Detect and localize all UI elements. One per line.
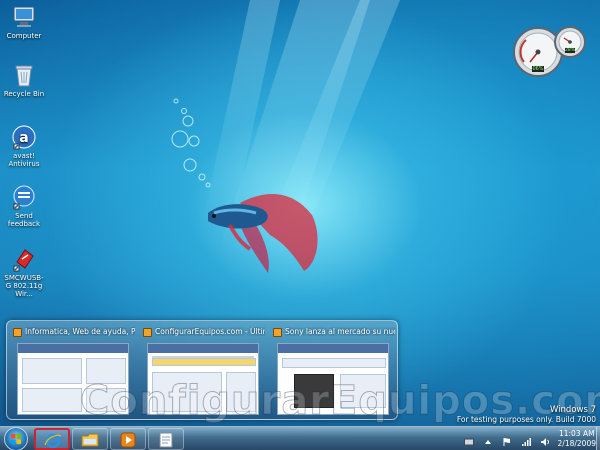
desktop-icon-computer[interactable]: Computer bbox=[2, 4, 46, 40]
thumbnail-title: Informatica, Web de ayuda, Pro... bbox=[25, 327, 135, 336]
start-button[interactable] bbox=[4, 427, 28, 450]
browser-tab-icon bbox=[13, 328, 22, 337]
cpu-percent: 06% bbox=[532, 66, 544, 72]
cpu-meter-gadget[interactable]: 06% 28% bbox=[512, 22, 588, 82]
taskbar: 11:03 AM 2/18/2009 bbox=[0, 426, 600, 450]
taskbar-clock[interactable]: 11:03 AM 2/18/2009 bbox=[558, 429, 596, 449]
taskbar-button-internet-explorer[interactable] bbox=[34, 428, 70, 450]
notepad-icon bbox=[159, 432, 173, 448]
browser-tab-icon bbox=[143, 328, 152, 337]
windows-logo-icon bbox=[11, 434, 21, 444]
computer-icon bbox=[11, 4, 37, 30]
build-note: For testing purposes only. Build 7000 bbox=[456, 415, 596, 424]
windows-build-info: Windows 7 For testing purposes only. Bui… bbox=[457, 405, 596, 425]
thumbnail-title: Sony lanza al mercado su nueva... bbox=[285, 327, 395, 336]
feedback-icon bbox=[11, 184, 37, 210]
browser-tab-icon bbox=[273, 328, 282, 337]
memory-percent: 28% bbox=[565, 48, 576, 53]
keyboard-icon[interactable] bbox=[463, 432, 474, 446]
clock-time: 11:03 AM bbox=[558, 429, 595, 438]
taskbar-button-notepad[interactable] bbox=[148, 428, 184, 450]
show-desktop-button[interactable] bbox=[596, 427, 600, 450]
svg-text:a: a bbox=[19, 130, 28, 146]
avast-icon: a bbox=[11, 124, 37, 150]
thumbnail-title: ConfigurarEquipos.com - Últim... bbox=[155, 327, 265, 336]
desktop-icon-label: Recycle Bin bbox=[3, 90, 45, 98]
desktop-icon-avast[interactable]: a avast! Antivirus bbox=[2, 124, 46, 168]
system-tray bbox=[460, 432, 550, 446]
desktop-icon-smcwusb[interactable]: SMCWUSB-G 802.11g Wir... bbox=[2, 246, 46, 298]
folder-icon bbox=[81, 433, 99, 447]
desktop-icon-feedback[interactable]: Send feedback bbox=[2, 184, 46, 228]
desktop-icon-label: avast! Antivirus bbox=[8, 152, 40, 168]
action-center-flag-icon[interactable] bbox=[502, 432, 512, 446]
desktop-icon-label: SMCWUSB-G 802.11g Wir... bbox=[4, 274, 44, 298]
betta-fish-illustration bbox=[200, 185, 330, 275]
volume-icon[interactable] bbox=[540, 432, 550, 446]
internet-explorer-icon bbox=[44, 433, 62, 449]
desktop-icon-label: Send feedback bbox=[7, 212, 41, 228]
taskbar-button-windows-explorer[interactable] bbox=[72, 428, 108, 450]
taskbar-button-media-player[interactable] bbox=[110, 428, 146, 450]
network-signal-icon[interactable] bbox=[521, 432, 531, 446]
desktop-icon-recycle-bin[interactable]: Recycle Bin bbox=[2, 62, 46, 98]
os-name: Windows 7 bbox=[549, 405, 596, 415]
clock-date: 2/18/2009 bbox=[557, 439, 596, 448]
media-player-icon bbox=[120, 432, 136, 448]
show-hidden-icons-icon[interactable] bbox=[483, 432, 493, 444]
usb-adapter-icon bbox=[11, 246, 37, 272]
desktop-icon-label: Computer bbox=[6, 32, 42, 40]
bubbles-decoration bbox=[168, 95, 228, 190]
recycle-bin-icon bbox=[11, 62, 37, 88]
